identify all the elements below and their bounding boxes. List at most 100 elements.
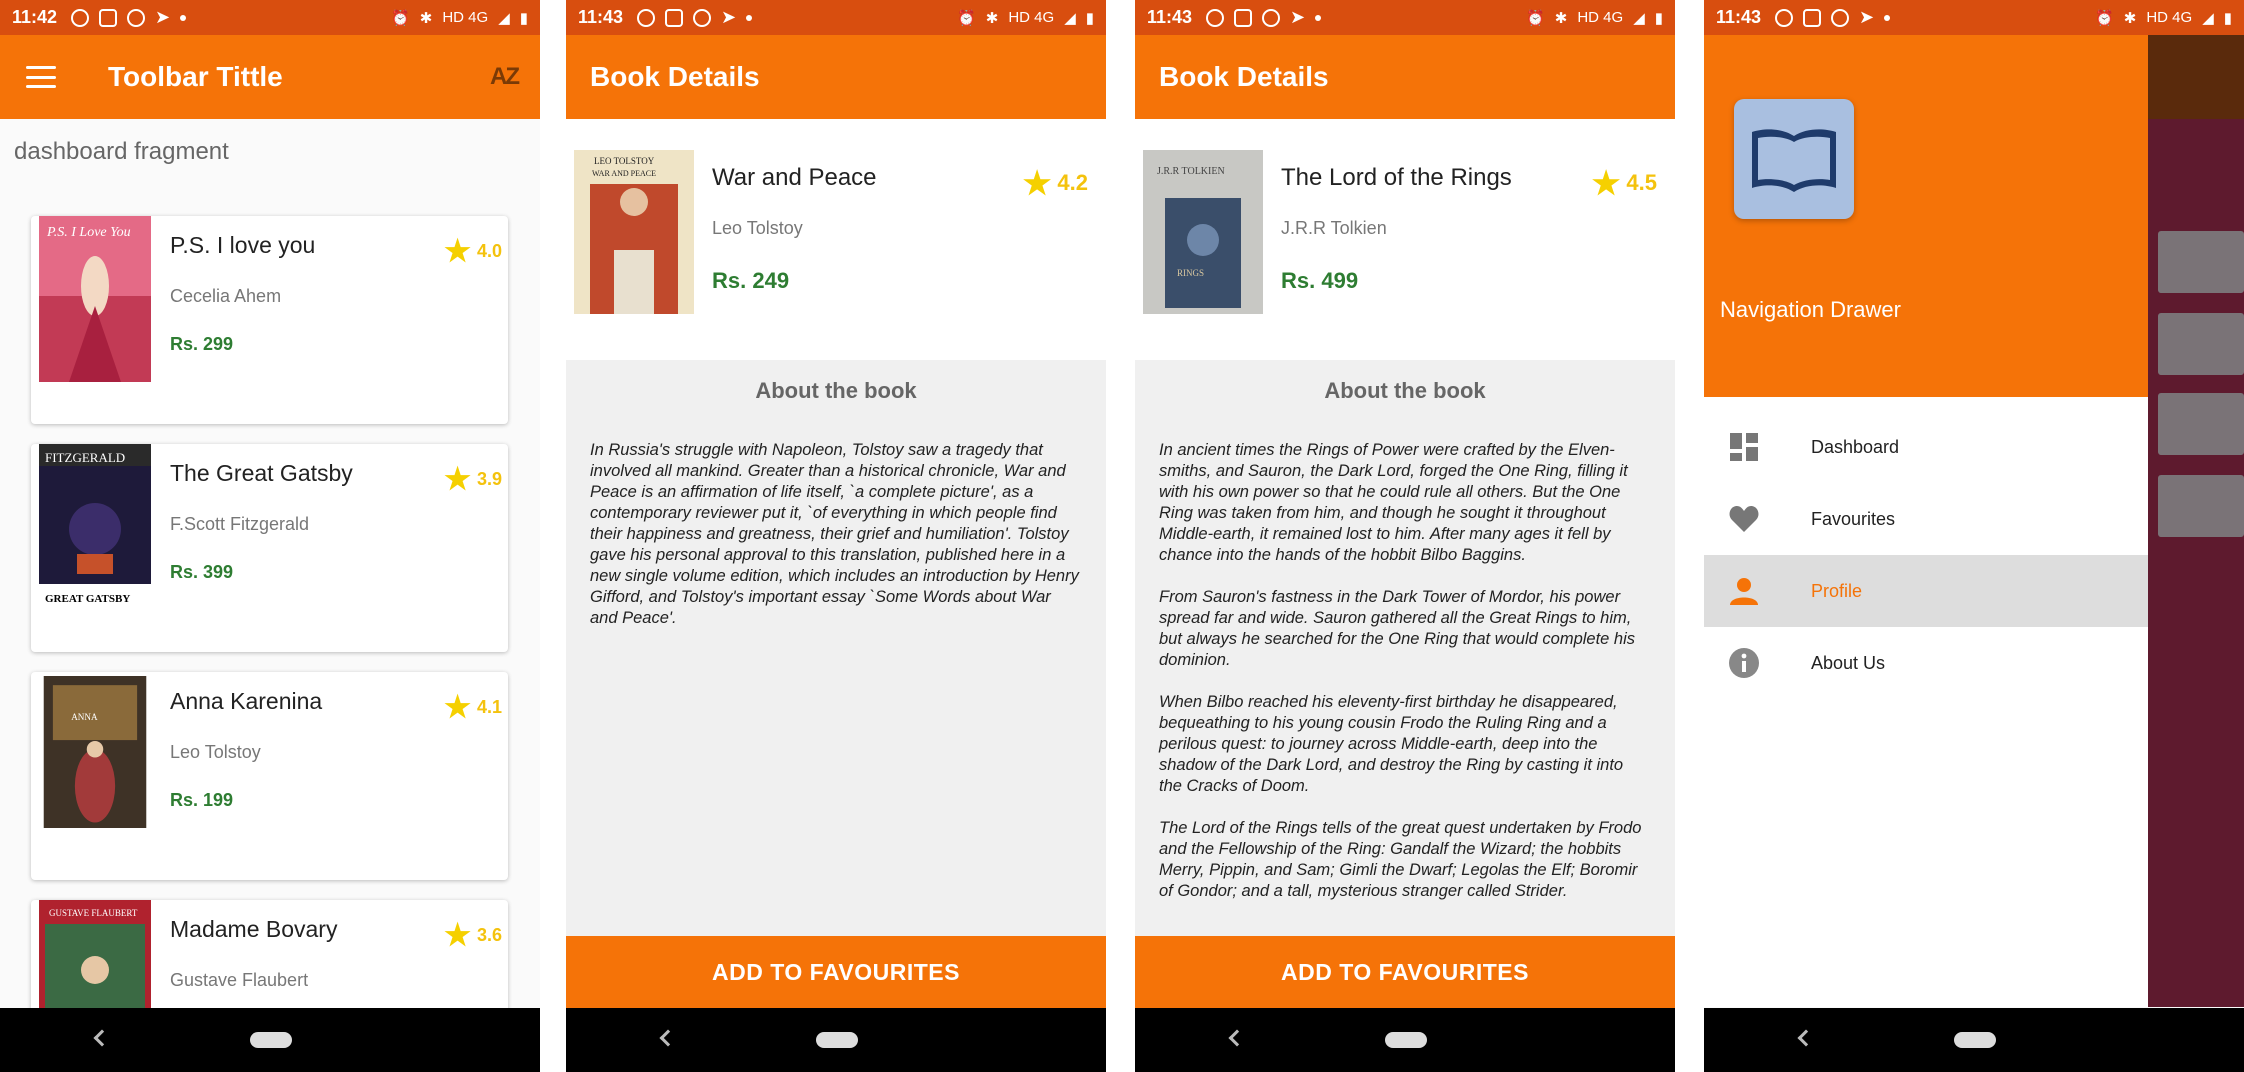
add-to-favourites-button[interactable]: ADD TO FAVOURITES [1135, 936, 1675, 1008]
menu-item-dashboard[interactable]: Dashboard [1704, 411, 2148, 483]
book-header: LEO TOLSTOY WAR AND PEACE War and Peace … [566, 150, 1106, 314]
notification-icon [1775, 8, 1794, 27]
home-button[interactable] [816, 1032, 858, 1048]
book-rating: ★ 3.9 [444, 462, 502, 497]
battery-icon: ▮ [519, 9, 528, 27]
book-price: Rs. 199 [170, 790, 234, 810]
rating-value: 4.0 [476, 241, 502, 261]
book-author: Gustave Flaubert [170, 970, 309, 990]
status-time: 11:43 [1716, 7, 1762, 27]
navigation-drawer-screen: 11:43 ➤ ⏰ ✱ HD 4G ◢ ▮ Navigation Drawer … [1704, 0, 2244, 1072]
bluetooth-icon: ✱ [985, 9, 999, 27]
about-section[interactable]: About the book In ancient times the Ring… [1135, 360, 1675, 936]
network-label: HD 4G [1008, 9, 1055, 26]
message-icon [665, 8, 684, 27]
book-card[interactable]: P.S. I Love You P.S. I love you Cecelia … [31, 216, 508, 424]
signal-icon: ◢ [498, 9, 510, 27]
about-section: About the book In Russia's struggle with… [566, 360, 1106, 936]
bluetooth-icon: ✱ [419, 9, 433, 27]
back-icon[interactable] [1797, 1029, 1815, 1047]
battery-icon: ▮ [1085, 9, 1094, 27]
book-author: F.Scott Fitzgerald [170, 514, 310, 534]
whatsapp-icon [1262, 8, 1281, 27]
whatsapp-icon [693, 8, 712, 27]
menu-item-about-us[interactable]: About Us [1704, 627, 2148, 699]
star-icon: ★ [1591, 165, 1621, 201]
more-notifications-icon [746, 14, 753, 21]
menu-item-label: Favourites [1811, 508, 1896, 529]
telegram-icon: ➤ [1290, 7, 1306, 27]
toolbar-title: Book Details [590, 61, 760, 92]
menu-item-profile[interactable]: Profile [1704, 555, 2148, 627]
svg-text:WAR AND PEACE: WAR AND PEACE [592, 169, 656, 178]
notification-icon [637, 8, 656, 27]
book-card[interactable]: ANNA Anna Karenina Leo Tolstoy Rs. 199 ★… [31, 672, 508, 880]
network-label: HD 4G [442, 9, 489, 26]
book-card[interactable]: FITZGERALD GREAT GATSBY The Great Gatsby… [31, 444, 508, 652]
book-author: Cecelia Ahem [170, 286, 282, 306]
back-icon[interactable] [659, 1029, 677, 1047]
menu-icon[interactable] [26, 66, 56, 88]
toolbar-title: Book Details [1159, 61, 1329, 92]
book-cover: ANNA [43, 676, 147, 828]
person-icon [1728, 575, 1760, 607]
rating-value: 4.2 [1057, 170, 1088, 195]
signal-icon: ◢ [1064, 9, 1076, 27]
star-icon: ★ [444, 235, 471, 268]
book-author: J.R.R Tolkien [1281, 218, 1387, 238]
book-title: Madame Bovary [170, 916, 338, 942]
navigation-drawer: Navigation Drawer Dashboard Favourites P… [1704, 35, 2148, 1007]
book-rating: ★ 4.2 [1023, 164, 1088, 202]
svg-text:RINGS: RINGS [1177, 268, 1204, 278]
system-navigation-bar [1135, 1008, 1675, 1072]
menu-item-favourites[interactable]: Favourites [1704, 483, 2148, 555]
drawer-title: Navigation Drawer [1720, 297, 1901, 322]
star-icon: ★ [444, 691, 471, 724]
dashboard-icon [1728, 431, 1760, 463]
more-notifications-icon [1315, 14, 1322, 21]
svg-text:GUSTAVE FLAUBERT: GUSTAVE FLAUBERT [49, 908, 138, 918]
book-rating: ★ 4.0 [444, 234, 502, 269]
svg-text:P.S. I Love You: P.S. I Love You [46, 225, 131, 240]
add-to-favourites-button[interactable]: ADD TO FAVOURITES [566, 936, 1106, 1008]
network-label: HD 4G [1577, 9, 1624, 26]
bluetooth-icon: ✱ [2123, 9, 2137, 27]
alarm-icon: ⏰ [391, 9, 410, 27]
battery-icon: ▮ [2223, 9, 2232, 27]
back-icon[interactable] [1228, 1029, 1246, 1047]
message-icon [1803, 8, 1822, 27]
home-button[interactable] [1385, 1032, 1427, 1048]
system-navigation-bar [0, 1008, 540, 1072]
rating-value: 4.1 [476, 697, 502, 717]
more-notifications-icon [1884, 14, 1891, 21]
signal-icon: ◢ [1633, 9, 1645, 27]
home-button[interactable] [250, 1032, 292, 1048]
rating-value: 3.9 [476, 469, 502, 489]
message-icon [99, 8, 118, 27]
book-cover: P.S. I Love You [39, 216, 151, 382]
whatsapp-icon [1831, 8, 1850, 27]
menu-item-label: Profile [1811, 580, 1863, 601]
notification-icon [1206, 8, 1225, 27]
home-button[interactable] [1954, 1032, 1996, 1048]
toolbar: Book Details [1135, 35, 1675, 119]
drawer-scrim[interactable] [2148, 35, 2244, 1007]
book-price: Rs. 399 [170, 562, 234, 582]
back-icon[interactable] [93, 1029, 111, 1047]
system-navigation-bar [566, 1008, 1106, 1072]
book-cover: LEO TOLSTOY WAR AND PEACE [574, 150, 694, 314]
heart-icon [1728, 503, 1760, 535]
star-icon: ★ [1022, 165, 1052, 201]
sort-az-icon[interactable]: AZ [490, 63, 520, 91]
telegram-icon: ➤ [155, 7, 171, 27]
book-title: The Great Gatsby [170, 460, 353, 486]
star-icon: ★ [444, 919, 471, 952]
book-header: J.R.R TOLKIEN RINGS The Lord of the Ring… [1135, 150, 1675, 314]
status-bar: 11:42 ➤ ⏰ ✱ HD 4G ◢ ▮ [0, 0, 540, 35]
toolbar: Toolbar Tittle AZ [0, 35, 540, 119]
rating-value: 3.6 [476, 925, 502, 945]
book-author: Leo Tolstoy [712, 218, 803, 238]
svg-text:FITZGERALD: FITZGERALD [45, 450, 125, 465]
book-rating: ★ 3.6 [444, 918, 502, 953]
status-time: 11:43 [578, 7, 624, 27]
